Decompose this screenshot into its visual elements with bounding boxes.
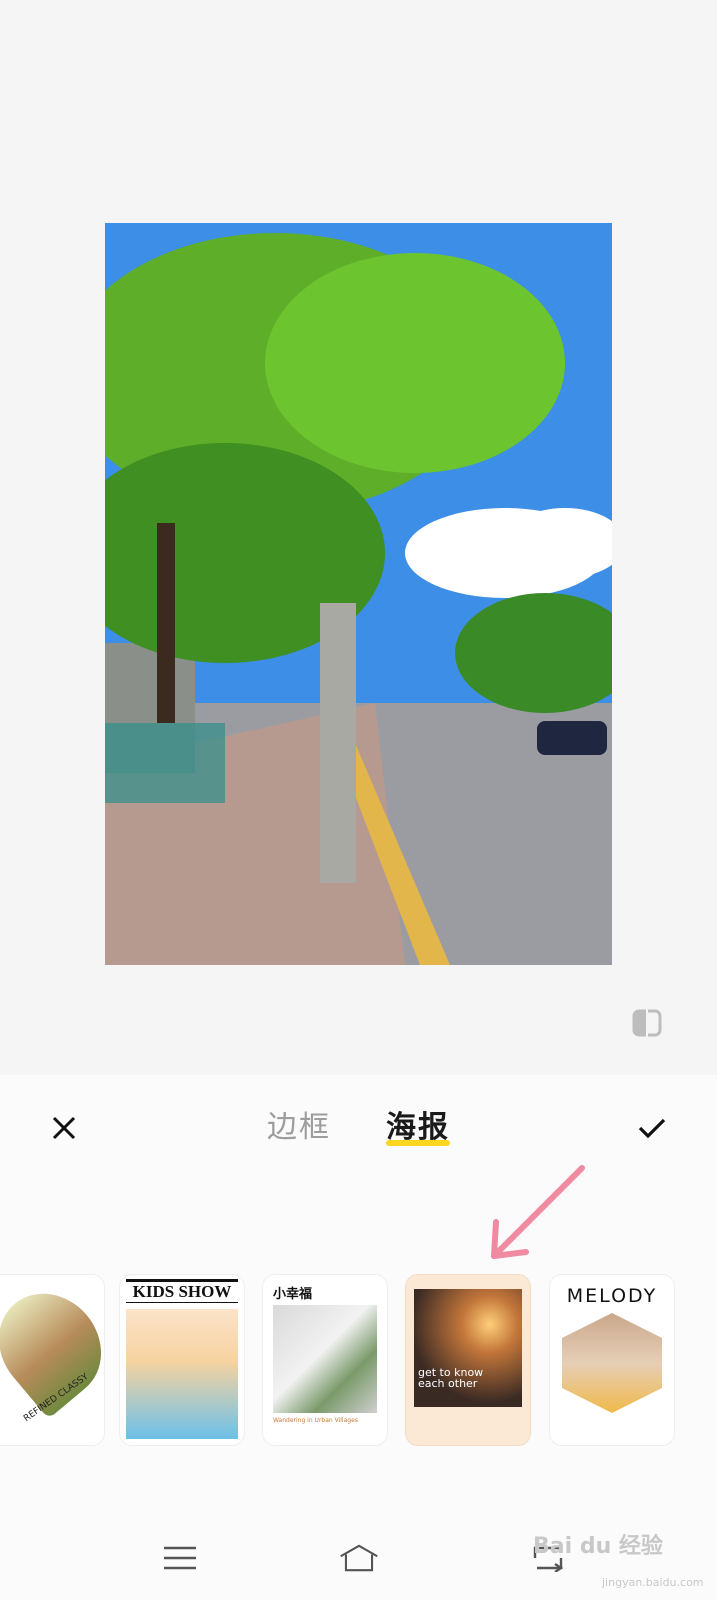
check-icon [638, 1118, 666, 1139]
template-text: get to know each other [418, 1366, 484, 1390]
template-caption: Wandering in Urban Villages [273, 1417, 358, 1424]
tab-frame[interactable]: 边框 [267, 1108, 331, 1148]
close-button[interactable] [44, 1108, 84, 1148]
watermark-brand: Bai du 经验 [533, 1534, 663, 1559]
poster-template-classy[interactable]: REFINED CLASSY [0, 1275, 104, 1445]
edited-photo [105, 223, 612, 965]
poster-template-get-to-know[interactable]: get to know each other [406, 1275, 530, 1445]
compare-icon [632, 1008, 662, 1038]
home-icon [340, 1544, 378, 1572]
nav-home-button[interactable] [339, 1540, 379, 1576]
menu-icon [164, 1546, 196, 1570]
poster-template-kids-show[interactable]: KIDS SHOW [120, 1275, 244, 1445]
pink-arrow-annotation [491, 1165, 585, 1259]
tab-frame-label: 边框 [267, 1110, 331, 1145]
tab-poster-label: 海报 [386, 1110, 450, 1145]
template-title: MELODY [566, 1285, 658, 1307]
poster-template-melody[interactable]: MELODY [550, 1275, 674, 1445]
template-thumbnail [126, 1309, 238, 1439]
watermark-site: jingyan.baidu.com [602, 1576, 704, 1589]
tab-poster[interactable]: 海报 [386, 1108, 450, 1148]
template-thumbnail [273, 1305, 377, 1413]
compare-button[interactable] [628, 1003, 668, 1043]
template-thumbnail [562, 1313, 662, 1413]
template-title: KIDS SHOW [126, 1279, 238, 1303]
template-title: 小幸福 [273, 1287, 313, 1302]
street-scene-image [105, 223, 612, 965]
poster-template-xiao-xing-fu[interactable]: 小幸福 Wandering in Urban Villages [263, 1275, 387, 1445]
close-icon [52, 1116, 76, 1140]
confirm-button[interactable] [632, 1108, 672, 1148]
nav-menu-button[interactable] [160, 1540, 200, 1576]
